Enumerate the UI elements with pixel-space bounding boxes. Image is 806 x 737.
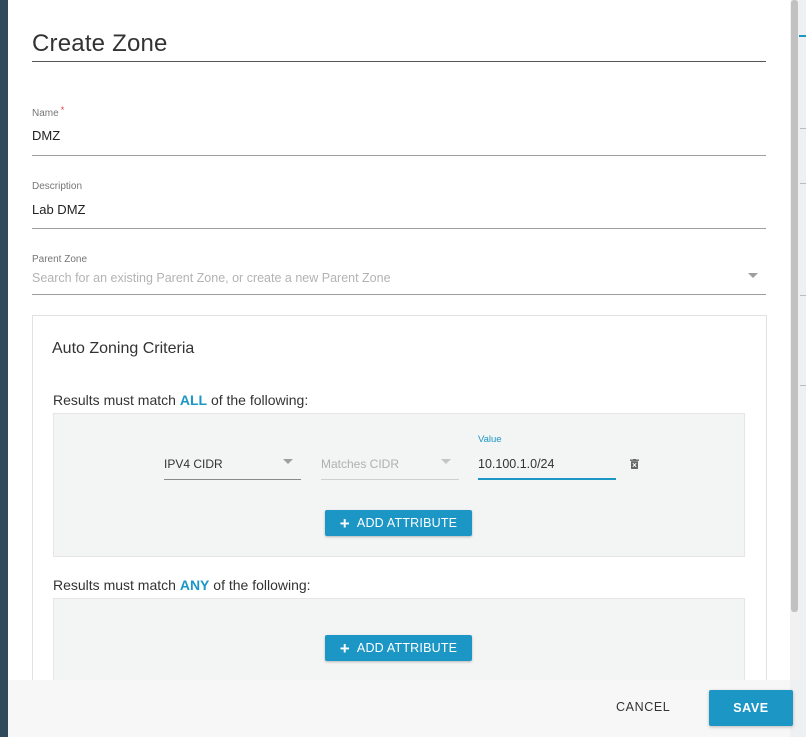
caret-down-icon[interactable]	[748, 273, 758, 278]
match-any-suffix: of the following:	[213, 577, 311, 593]
match-all-suffix: of the following:	[210, 392, 309, 408]
match-any-heading: Results must match ANY of the following:	[53, 577, 311, 593]
value-label: Value	[478, 434, 502, 445]
add-attribute-any-label: ADD ATTRIBUTE	[356, 641, 458, 655]
match-all-prefix: Results must match	[53, 392, 176, 408]
title-divider	[32, 61, 766, 62]
add-attribute-all-label: ADD ATTRIBUTE	[356, 516, 458, 530]
name-field-underline	[32, 155, 766, 156]
required-marker: *	[60, 105, 65, 115]
match-any-keyword: ANY	[179, 577, 210, 593]
create-zone-dialog: Create Zone Name * DMZ Description Lab DM…	[8, 0, 790, 737]
description-field-underline	[32, 228, 766, 229]
operator-select[interactable]: Matches CIDR	[321, 457, 399, 471]
name-label: Name *	[32, 105, 65, 119]
plus-icon: +	[339, 638, 350, 658]
cancel-button[interactable]: CANCEL	[616, 700, 670, 714]
operator-select-underline	[321, 479, 459, 480]
background-tab-indicator	[799, 35, 806, 37]
attribute-select[interactable]: IPV4 CIDR	[164, 457, 223, 471]
description-label: Description	[32, 181, 83, 192]
trash-icon[interactable]	[630, 459, 639, 469]
background-divider	[800, 128, 806, 129]
dialog-title: Create Zone	[32, 30, 168, 57]
add-attribute-all-button[interactable]: + ADD ATTRIBUTE	[325, 510, 472, 536]
dialog-footer	[8, 680, 790, 737]
name-label-text: Name	[32, 108, 59, 119]
parent-zone-label: Parent Zone	[32, 254, 88, 265]
value-input[interactable]: 10.100.1.0/24	[478, 457, 554, 471]
description-field[interactable]: Lab DMZ	[32, 202, 85, 217]
add-attribute-any-button[interactable]: + ADD ATTRIBUTE	[325, 635, 472, 661]
background-divider	[800, 385, 806, 386]
match-any-prefix: Results must match	[53, 577, 176, 593]
auto-zoning-title: Auto Zoning Criteria	[52, 340, 195, 357]
dialog-scrollbar[interactable]	[790, 0, 799, 680]
match-all-heading: Results must match ALL of the following:	[53, 392, 308, 408]
caret-down-icon[interactable]	[441, 459, 451, 464]
attribute-select-underline	[164, 479, 301, 480]
name-field[interactable]: DMZ	[32, 128, 60, 143]
parent-zone-underline	[32, 294, 766, 295]
plus-icon: +	[339, 513, 350, 533]
scrollbar-thumb[interactable]	[791, 0, 798, 612]
match-all-keyword: ALL	[179, 392, 208, 408]
background-sidebar	[0, 0, 8, 737]
parent-zone-input[interactable]: Search for an existing Parent Zone, or c…	[32, 271, 391, 285]
save-button[interactable]: SAVE	[709, 690, 793, 726]
caret-down-icon[interactable]	[283, 459, 293, 464]
background-divider	[800, 295, 806, 296]
background-divider	[800, 183, 806, 184]
value-input-underline	[478, 478, 616, 480]
